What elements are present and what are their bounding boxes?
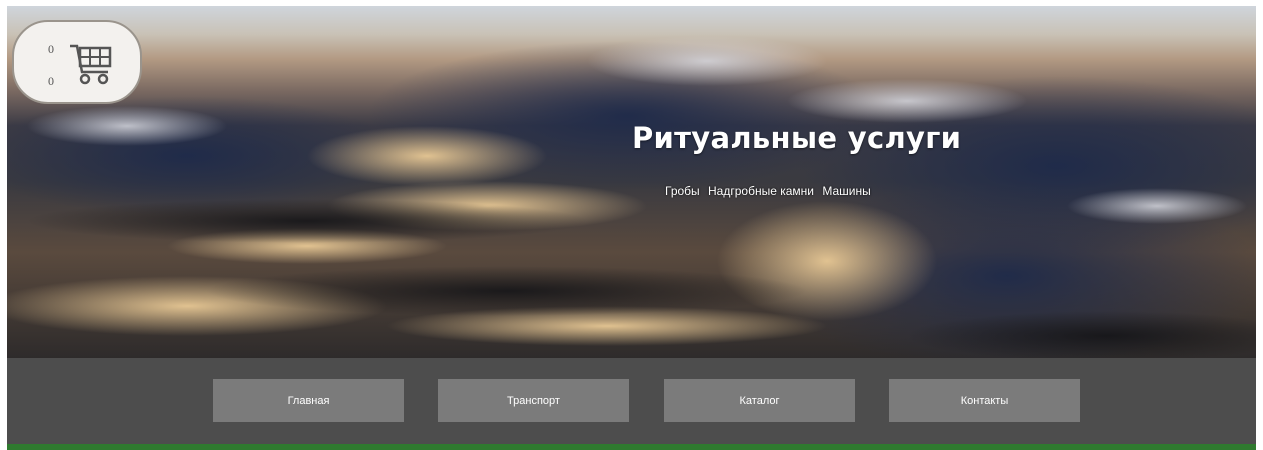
page-title: Ритуальные услуги — [632, 121, 962, 155]
main-navigation: Главная Транспорт Каталог Контакты — [7, 358, 1256, 444]
nav-home-button[interactable]: Главная — [213, 379, 404, 422]
subtitle-item: Гробы — [665, 184, 700, 198]
cart-total: 0 — [48, 74, 54, 88]
nav-catalog-button[interactable]: Каталог — [664, 379, 855, 422]
page: 0 0 Ритуальные услуги Гробы Надгробные к… — [7, 6, 1256, 450]
cart-item-count: 0 — [48, 42, 54, 56]
nav-transport-button[interactable]: Транспорт — [438, 379, 629, 422]
hero-banner: 0 0 Ритуальные услуги Гробы Надгробные к… — [7, 6, 1256, 358]
cart-widget[interactable]: 0 0 — [12, 20, 142, 104]
clouds-background-image — [7, 36, 1256, 358]
bottom-accent-bar — [7, 444, 1256, 450]
nav-contacts-button[interactable]: Контакты — [889, 379, 1080, 422]
hero-subtitle: Гробы Надгробные камни Машины — [665, 184, 876, 198]
subtitle-item: Машины — [822, 184, 871, 198]
subtitle-item: Надгробные камни — [708, 184, 814, 198]
